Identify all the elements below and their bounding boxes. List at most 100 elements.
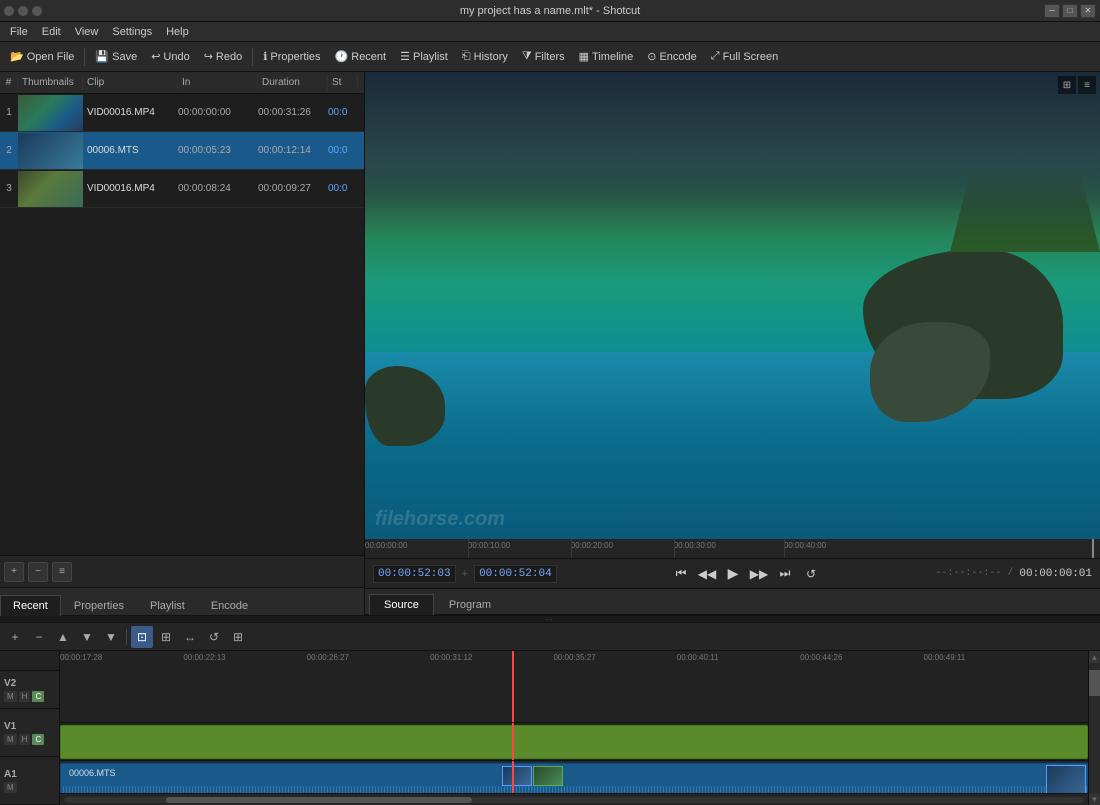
clip-row-3[interactable]: 3 VID00016.MP4 00:00:08:24 00:00:09:27 0… [0,170,364,208]
transport-skip-end[interactable]: ⏭ [775,564,795,584]
tl-ruler-6: 00:00:44:26 [800,653,842,662]
track-mute-a1[interactable]: M [4,782,17,793]
tl-ruler-2: 00:00:26:27 [307,653,349,662]
open-file-button[interactable]: 📂 Open File [4,45,80,69]
clip-row-1[interactable]: 1 VID00016.MP4 00:00:00:00 00:00:31:26 0… [0,94,364,132]
menu-settings[interactable]: Settings [106,24,158,40]
track-label-v1: V1 M H C [0,709,59,757]
menu-file[interactable]: File [4,24,34,40]
vsb-track[interactable] [1089,663,1100,793]
history-button[interactable]: ⎗ History [456,45,514,69]
encode-button[interactable]: ⊙ Encode [641,45,703,69]
tl-ruler-4: 00:00:35:27 [553,653,595,662]
history-label: History [474,51,508,63]
redo-button[interactable]: ↪ Redo [198,45,249,69]
undo-button[interactable]: ↩ Undo [145,45,196,69]
clip-block-v2-main[interactable] [60,725,1088,759]
left-panel: # Thumbnails Clip In Duration St 1 VID00… [0,72,365,615]
track-hide-v1[interactable]: H [19,734,31,745]
timeline-button[interactable]: ▦ Timeline [573,45,640,69]
menu-view[interactable]: View [69,24,105,40]
tab-recent[interactable]: Recent [0,595,61,616]
tl-more-button[interactable]: ▼ [100,626,122,648]
mac-max-btn[interactable] [32,6,42,16]
track-mute-v2[interactable]: M [4,691,17,702]
track-controls-v1: M H C [4,734,55,745]
ruler-mark-4: 00:00:40:00 [784,541,826,550]
transport-prev-frame[interactable]: ◀◀ [697,564,717,584]
redo-label: Redo [216,51,242,63]
save-button[interactable]: 💾 Save [89,45,143,69]
menu-clip-button[interactable]: ≡ [52,562,72,582]
tl-remove-track-button[interactable]: − [28,626,50,648]
preview-zoom-btn[interactable]: ⊞ [1058,76,1076,94]
track-mute-v1[interactable]: M [4,734,17,745]
playlist-button[interactable]: ☰ Playlist [394,45,454,69]
tl-ripple-button[interactable]: ⊡ [131,626,153,648]
remove-clip-button[interactable]: − [28,562,48,582]
toolbar-sep-2 [252,48,253,66]
tl-ruler-3: 00:00:31:12 [430,653,472,662]
tl-ruler-5: 00:00:40:11 [677,653,719,662]
recent-button[interactable]: 🕐 Recent [329,45,393,69]
tl-ruler-0: 00:00:17:28 [60,653,102,662]
ruler-line-3 [674,539,675,558]
transport-loop[interactable]: ↺ [801,564,821,584]
recent-label: Recent [351,51,386,63]
toolbar: 📂 Open File 💾 Save ↩ Undo ↪ Redo ℹ Prope… [0,42,1100,72]
transport-play[interactable]: ▶ [723,564,743,584]
track-lock-v2[interactable]: C [32,691,44,702]
clip-dur-1: 00:00:31:26 [258,107,328,118]
vsb-thumb[interactable] [1089,670,1100,696]
transport-fast-forward[interactable]: ▶▶ [749,564,769,584]
menu-edit[interactable]: Edit [36,24,67,40]
clip-block-v1-main[interactable]: 00006.MTS [60,763,1088,794]
tl-snap-button[interactable]: ⊞ [155,626,177,648]
col-in: In [178,75,258,90]
track-lock-v1[interactable]: C [32,734,44,745]
tab-program[interactable]: Program [434,594,506,615]
transport-skip-start[interactable]: ⏮ [671,564,691,584]
track-v1: 00006.MTS [60,761,1088,794]
left-tabs: Recent Properties Playlist Encode [0,587,364,615]
track-v2 [60,723,1088,761]
vsb-down-button[interactable]: ▼ [1089,793,1100,805]
win-min-btn[interactable]: ─ [1044,4,1060,18]
tl-sep-1 [126,629,127,645]
add-clip-button[interactable]: + [4,562,24,582]
tl-move-down-button[interactable]: ▼ [76,626,98,648]
track-hide-v2[interactable]: H [19,691,31,702]
total-time-display: 00:00:52:04 [474,565,557,583]
tl-ruler-7: 00:00:49:11 [924,653,966,662]
mac-close-btn[interactable] [4,6,14,16]
vsb-up-button[interactable]: ▲ [1089,651,1100,663]
track-name-a1: A1 [4,769,55,780]
properties-button[interactable]: ℹ Properties [257,45,326,69]
title-bar: my project has a name.mlt* - Shotcut ─ □… [0,0,1100,22]
clip-track-label-v1: 00006.MTS [65,766,120,780]
win-close-btn[interactable]: ✕ [1080,4,1096,18]
h-scrollbar-track[interactable] [64,797,1084,803]
tab-encode[interactable]: Encode [198,595,261,616]
col-st: St [328,75,358,90]
clip-row-2[interactable]: 2 00006.MTS 00:00:05:23 00:00:12:14 00:0 [0,132,364,170]
win-max-btn[interactable]: □ [1062,4,1078,18]
tl-loop-button[interactable]: ↺ [203,626,225,648]
tl-scrub-button[interactable]: ↔ [179,626,201,648]
tl-move-up-button[interactable]: ▲ [52,626,74,648]
tab-properties[interactable]: Properties [61,595,137,616]
clip-num-1: 1 [0,107,18,118]
resize-handle[interactable]: ⋯ [0,615,1100,623]
h-scrollbar-thumb[interactable] [166,797,472,803]
preview-settings-btn[interactable]: ≡ [1078,76,1096,94]
menu-help[interactable]: Help [160,24,195,40]
tab-playlist[interactable]: Playlist [137,595,198,616]
right-panel: filehorse.com ⊞ ≡ 00:00:00:00 00:00:10:0… [365,72,1100,615]
filters-button[interactable]: ⧩ Filters [516,45,571,69]
tab-source[interactable]: Source [369,594,434,615]
mac-min-btn[interactable] [18,6,28,16]
timeline-label: Timeline [592,51,633,63]
fullscreen-button[interactable]: ⤢ Full Screen [705,45,784,69]
tl-grid-button[interactable]: ⊞ [227,626,249,648]
tl-add-track-button[interactable]: + [4,626,26,648]
